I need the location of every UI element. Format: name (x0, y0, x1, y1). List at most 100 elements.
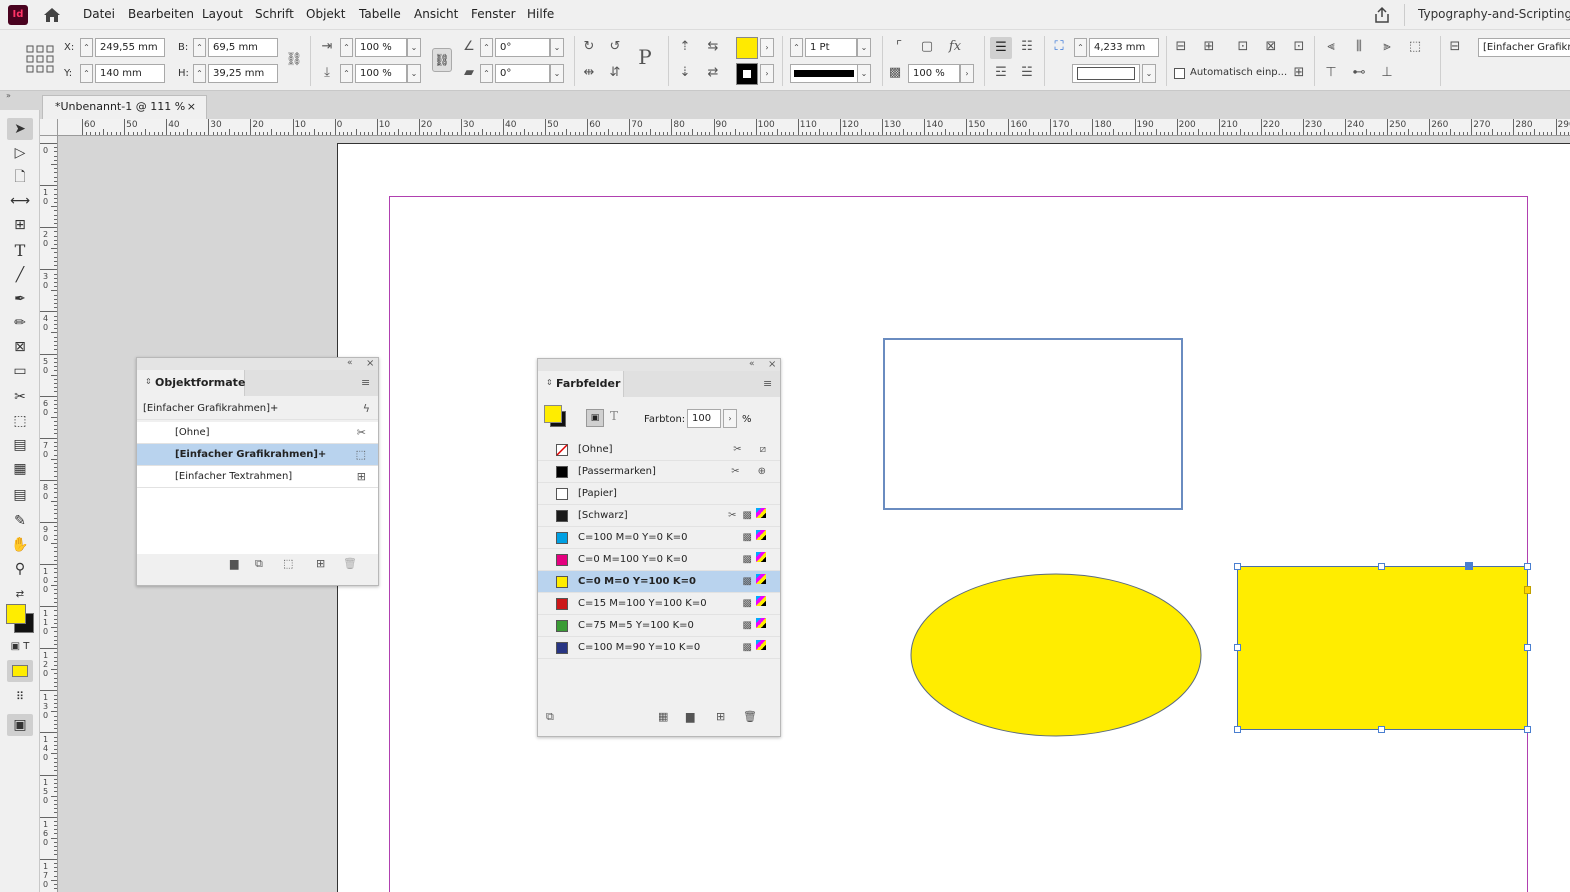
fill-dropdown[interactable]: › (760, 38, 774, 57)
stroke-swatch[interactable] (736, 63, 758, 85)
width-field[interactable]: 69,5 mm (208, 38, 278, 57)
apply-color-button[interactable] (7, 660, 33, 682)
select-content-icon[interactable]: ⇣ (676, 64, 694, 82)
panel-menu-icon[interactable]: ≡ (763, 377, 772, 390)
fill-proxy[interactable] (544, 405, 562, 423)
text-wrap-shape-icon[interactable]: ☲ (992, 64, 1010, 82)
select-container-icon[interactable]: ⇡ (676, 38, 694, 56)
menu-bearbeiten[interactable]: Bearbeiten (128, 7, 194, 21)
new-color-group-icon[interactable]: ▆ (686, 710, 694, 723)
horizontal-ruler[interactable]: 60 50 40 30 20 10 0 10 20 30 40 50 60 70 80 90 100 110 120… (58, 119, 1570, 136)
align-vertical-center-icon[interactable]: ⊷ (1350, 64, 1368, 82)
pen-tool-icon[interactable]: ✒ (7, 288, 33, 310)
swatch-row[interactable]: [Papier] (538, 483, 780, 505)
swap-fill-stroke-icon[interactable]: ⇄ (7, 584, 33, 606)
formatting-text-icon[interactable]: T (610, 409, 618, 423)
yellow-ellipse[interactable] (909, 572, 1203, 738)
fill-frame-proportionally-icon[interactable]: ⊠ (1262, 38, 1280, 56)
x-spinner[interactable]: ⌃ (80, 38, 93, 57)
swatch-row[interactable]: C=0 M=100 Y=0 K=0 ▩ (538, 549, 780, 571)
collapse-panel-icon[interactable]: « (749, 359, 755, 369)
align-right-icon[interactable]: ⫸ (1378, 38, 1396, 56)
clear-attributes-icon[interactable]: ⬚ (283, 557, 293, 570)
height-spinner[interactable]: ⌃ (193, 64, 206, 83)
swatch-row[interactable]: [Schwarz] ✂ ▩ (538, 505, 780, 527)
object-style-field[interactable]: [Einfacher Grafikra (1478, 38, 1570, 57)
apply-none-icon[interactable]: ⠿ (7, 686, 33, 708)
wrap-offset-spinner[interactable]: ⌃ (1074, 38, 1087, 57)
selection-handle[interactable] (1234, 644, 1241, 651)
delete-icon[interactable]: 🗑 (343, 557, 357, 570)
list-item[interactable]: [Einfacher Grafikrahmen]+ ⬚ (137, 444, 378, 466)
pencil-tool-icon[interactable]: ✏ (7, 312, 33, 334)
align-left-icon[interactable]: ⫷ (1322, 38, 1340, 56)
align-top-icon[interactable]: ⊤ (1322, 64, 1340, 82)
close-tab-icon[interactable]: × (187, 96, 196, 118)
vertical-ruler[interactable]: 0 1 0 2 0 3 0 4 0 5 0 6 0 7 0 8 0 9 0 1 0 0 1 1 0 1 … (40, 136, 58, 892)
menu-hilfe[interactable]: Hilfe (527, 7, 554, 21)
corner-options-icon[interactable]: ⌜ (890, 38, 908, 56)
center-content-icon[interactable]: ⊡ (1234, 38, 1252, 56)
swatch-row[interactable]: C=100 M=0 Y=0 K=0 ▩ (538, 527, 780, 549)
auto-fit-checkbox[interactable] (1174, 68, 1185, 79)
constrain-scale-button[interactable]: ⛓ (432, 48, 452, 72)
rotate-field[interactable]: 0° (495, 38, 550, 57)
zoom-tool-icon[interactable]: ⚲ (7, 558, 33, 580)
swatch-row[interactable]: C=15 M=100 Y=100 K=0 ▩ (538, 593, 780, 615)
scale-y-dropdown[interactable]: ⌄ (407, 64, 421, 83)
shear-field[interactable]: 0° (495, 64, 550, 83)
rotate-dropdown[interactable]: ⌄ (550, 38, 564, 57)
tab-chevron-icon[interactable]: ⇕ (145, 377, 152, 386)
object-style-preview-dropdown[interactable]: ⌄ (1142, 64, 1156, 83)
menu-layout[interactable]: Layout (202, 7, 243, 21)
panel-titlebar[interactable] (538, 359, 780, 371)
selection-handle[interactable] (1524, 563, 1531, 570)
selection-handle[interactable] (1234, 563, 1241, 570)
hand-tool-icon[interactable]: ✋ (7, 534, 33, 556)
menu-fenster[interactable]: Fenster (471, 7, 516, 21)
toolbar-fill-swatch-front[interactable] (6, 604, 26, 624)
object-styles-tab[interactable]: Objektformate (137, 370, 245, 396)
width-spinner[interactable]: ⌃ (193, 38, 206, 57)
menu-ansicht[interactable]: Ansicht (414, 7, 458, 21)
fill-swatch[interactable] (736, 37, 758, 59)
select-next-icon[interactable]: ⇄ (704, 64, 722, 82)
eyedropper-tool-icon[interactable]: ✎ (7, 510, 33, 532)
selection-handle[interactable] (1378, 726, 1385, 733)
fit-frame-content-icon[interactable]: ⊞ (1200, 38, 1218, 56)
y-spinner[interactable]: ⌃ (80, 64, 93, 83)
align-to-selection-icon[interactable]: ⬚ (1406, 38, 1424, 56)
align-horizontal-center-icon[interactable]: ⫼ (1350, 38, 1368, 56)
rotate-spinner[interactable]: ⌃ (480, 38, 493, 57)
close-panel-icon[interactable]: × (768, 359, 776, 370)
gap-tool-icon[interactable]: ⟷ (7, 190, 33, 212)
stroke-dropdown[interactable]: › (760, 64, 774, 83)
show-swatch-kinds-icon[interactable]: ▦ (658, 710, 668, 723)
scale-x-spinner[interactable]: ⌃ (340, 38, 353, 57)
wrap-offset-field[interactable]: 4,233 mm (1089, 38, 1159, 57)
swatch-row[interactable]: C=100 M=90 Y=10 K=0 ▩ (538, 637, 780, 659)
delete-swatch-icon[interactable]: 🗑 (743, 710, 757, 723)
flip-horizontal-icon[interactable]: ⇹ (580, 64, 598, 82)
constrain-proportions-icon[interactable]: ⛓ (285, 51, 303, 69)
direct-selection-tool-icon[interactable]: ▷ (7, 142, 33, 164)
select-previous-icon[interactable]: ⇆ (704, 38, 722, 56)
selection-tool-icon[interactable]: ➤ (7, 118, 33, 140)
stroke-weight-dropdown[interactable]: ⌄ (857, 38, 871, 57)
object-style-preview-field[interactable] (1072, 64, 1140, 83)
scissors-tool-icon[interactable]: ✂ (7, 386, 33, 408)
formatting-container-icon[interactable]: ▣ (586, 409, 604, 427)
effects-icon[interactable]: fx (946, 38, 964, 56)
stroke-type-dropdown[interactable]: ⌄ (857, 64, 871, 83)
text-wrap-bbox-icon[interactable]: ☷ (1018, 38, 1036, 56)
ruler-origin[interactable] (40, 119, 58, 136)
rotate-cw-icon[interactable]: ↻ (580, 38, 598, 56)
shear-dropdown[interactable]: ⌄ (550, 64, 564, 83)
x-field[interactable]: 249,55 mm (95, 38, 165, 57)
rotate-ccw-icon[interactable]: ↺ (606, 38, 624, 56)
swatch-row[interactable]: [Passermarken] ✂ ⊕ (538, 461, 780, 483)
gradient-swatch-tool-icon[interactable]: ▤ (7, 434, 33, 456)
menu-objekt[interactable]: Objekt (306, 7, 345, 21)
menu-datei[interactable]: Datei (83, 7, 115, 21)
document-tab[interactable]: *Unbenannt-1 @ 111 % × (42, 95, 207, 119)
